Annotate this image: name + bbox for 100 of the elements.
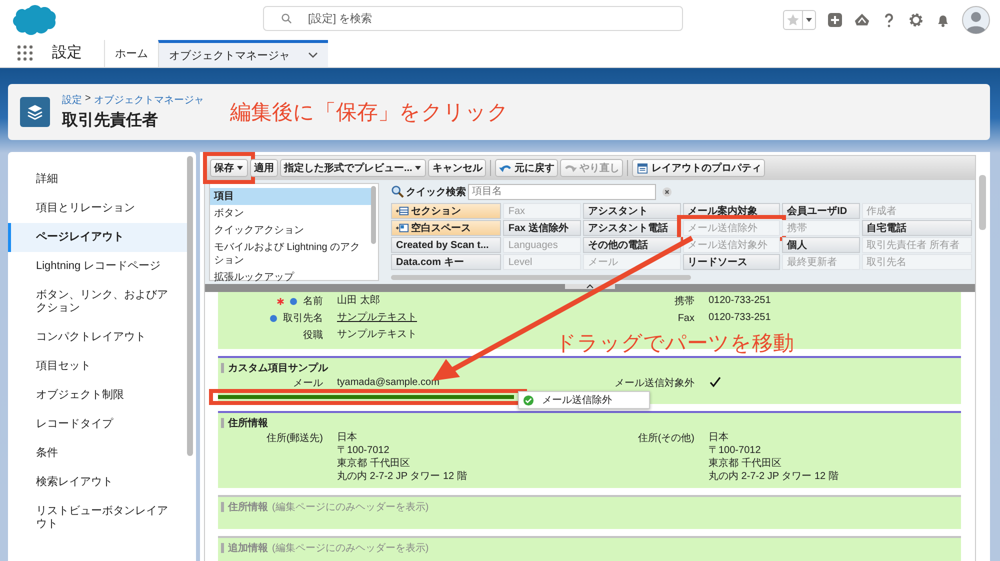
category-item[interactable]: ボタン [210, 205, 371, 222]
star-icon [786, 13, 800, 27]
palette-item[interactable]: リードソース [682, 254, 780, 270]
sidebar-item[interactable]: ページレイアウト [8, 223, 187, 252]
palette-item[interactable]: 会員ユーザID [782, 203, 860, 219]
address-line: 丸の内 2-7-2 JP タワー 12 階 [337, 470, 467, 483]
caret-icon [586, 284, 594, 289]
section-title: 住所情報 [228, 500, 268, 514]
cloud-logo[interactable] [10, 4, 56, 36]
sidebar-item[interactable]: 条件 [8, 439, 187, 468]
caret-icon[interactable] [805, 16, 813, 24]
avatar[interactable] [962, 6, 990, 34]
category-item[interactable]: 項目 [210, 188, 371, 205]
sidebar-item[interactable]: Lightning レコードページ [8, 252, 187, 281]
undo-icon [499, 162, 512, 174]
sidebar-item[interactable]: ボタン、リンク、およびアクション [8, 281, 187, 323]
address-line: 日本 [337, 431, 358, 444]
sidebar-item[interactable]: 詳細 [8, 165, 187, 194]
search-icon [391, 185, 404, 198]
field-value: 0120-733-251 [708, 311, 771, 325]
sidebar-item[interactable]: コンパクトレイアウト [8, 323, 187, 352]
palette-item[interactable]: 個人 [782, 237, 860, 253]
palette-item[interactable]: Created by Scan t... [391, 237, 502, 253]
quick-search-field[interactable]: 項目名 [468, 184, 656, 200]
chevron-icon[interactable] [308, 52, 318, 58]
category-item[interactable]: クイックアクション [210, 222, 371, 239]
annotation-text: ドラッグでパーツを移動 [555, 331, 794, 357]
palette-item[interactable]: アシスタント [582, 203, 681, 219]
address-line: 〒100-7012 [708, 444, 762, 457]
app-launcher-icon[interactable] [17, 45, 33, 61]
field-label: 住所(その他) [638, 432, 694, 445]
address-line: 東京都 千代田区 [337, 457, 411, 470]
field-value: サンプルテキスト [337, 311, 417, 325]
redo-icon [564, 162, 578, 174]
toolbar-button[interactable]: レイアウトのプロパティ [632, 159, 766, 177]
sidebar-item[interactable]: 項目とリレーション [8, 194, 187, 223]
sidebar-item[interactable]: 検索レイアウト [8, 468, 187, 497]
nav-tab[interactable]: オブジェクトマネージャ [158, 40, 328, 67]
field-label: 役職 [303, 328, 323, 342]
clear-icon[interactable] [662, 186, 672, 196]
section-title: 住所情報 [228, 416, 268, 430]
field-value: サンプルテキスト [337, 328, 417, 342]
section-title: 追加情報 [228, 542, 268, 554]
sidebar-item[interactable]: レコードタイプ [8, 410, 187, 439]
field-value: tyamada@sample.com [337, 376, 440, 390]
sidebar-item[interactable]: 項目セット [8, 352, 187, 381]
palette-item[interactable]: 空白スペース [391, 220, 502, 236]
section-title: カスタム項目サンプル [228, 361, 328, 374]
field-label: 住所(郵送先) [266, 432, 323, 445]
annotation-text: 編集後に「保存」をクリック [230, 100, 509, 126]
caret-icon [236, 164, 244, 172]
search-field[interactable]: [設定] を検索 [263, 6, 683, 31]
blank-space-icon [396, 223, 409, 233]
field-value: 0120-733-251 [708, 294, 771, 308]
palette-item[interactable]: 自宅電話 [862, 220, 972, 236]
field-label: メール送信対象外 [614, 376, 694, 390]
settings-icon[interactable] [908, 12, 924, 28]
sidebar-item[interactable]: オブジェクト制限 [8, 381, 187, 410]
palette-item[interactable]: その他の電話 [582, 237, 681, 253]
address-line: 〒100-7012 [337, 444, 390, 457]
category-item[interactable]: 拡張ルックアップ [210, 269, 371, 286]
field-label: メール [293, 377, 323, 390]
scrollbar[interactable] [391, 275, 691, 280]
section-note: (編集ページにのみヘッダーを表示) [272, 542, 429, 554]
layers-icon [20, 97, 50, 127]
window-icon [636, 162, 650, 174]
app-name: 設定 [52, 43, 82, 63]
page-title: 取引先責任者 [62, 110, 159, 131]
section-note: (編集ページにのみヘッダーを表示) [272, 500, 429, 514]
address-line: 丸の内 2-7-2 JP タワー 12 階 [708, 470, 838, 483]
address-line: 東京都 千代田区 [708, 457, 782, 470]
check-circle-icon [523, 394, 534, 406]
field-label: Fax [678, 312, 694, 324]
field-label: 取引先名 [283, 312, 323, 325]
scrollbar[interactable] [979, 175, 986, 230]
breadcrumb-link[interactable]: 設定 [62, 93, 82, 107]
toolbar-button[interactable]: 元に戻す [495, 159, 558, 177]
field-value: 山田 太郎 [337, 294, 380, 308]
drag-item[interactable]: メール送信除外 [518, 391, 650, 409]
toolbar-button[interactable]: 指定した形式でプレビュー... [280, 159, 426, 177]
quick-search-label: クイック検索 [406, 186, 466, 198]
mountain-icon[interactable] [854, 12, 870, 28]
scrollbar[interactable] [371, 186, 376, 244]
breadcrumb-link[interactable]: オブジェクトマネージャ [94, 93, 204, 107]
address-line: 日本 [708, 431, 730, 444]
toolbar-button[interactable]: キャンセル [428, 159, 486, 177]
palette-item[interactable]: セクション [391, 203, 502, 219]
palette-item[interactable]: Data.com キー [391, 254, 502, 270]
scrollbar[interactable] [187, 156, 193, 456]
sidebar-item[interactable]: リストビューボタンレイアウト [8, 497, 187, 539]
toolbar-button[interactable]: 適用 [250, 159, 278, 177]
toolbar-button[interactable]: 保存 [210, 159, 248, 177]
splitter-handle[interactable] [565, 284, 615, 289]
field-label: 携帯 [674, 294, 694, 308]
breadcrumb-separator: > [85, 93, 91, 106]
plus-icon[interactable] [827, 12, 843, 28]
section-icon [396, 206, 409, 216]
category-item[interactable]: モバイルおよび Lightning のアクション [210, 239, 371, 269]
field-label: 名前 [303, 295, 323, 308]
palette-item[interactable]: Fax 送信除外 [503, 220, 581, 236]
